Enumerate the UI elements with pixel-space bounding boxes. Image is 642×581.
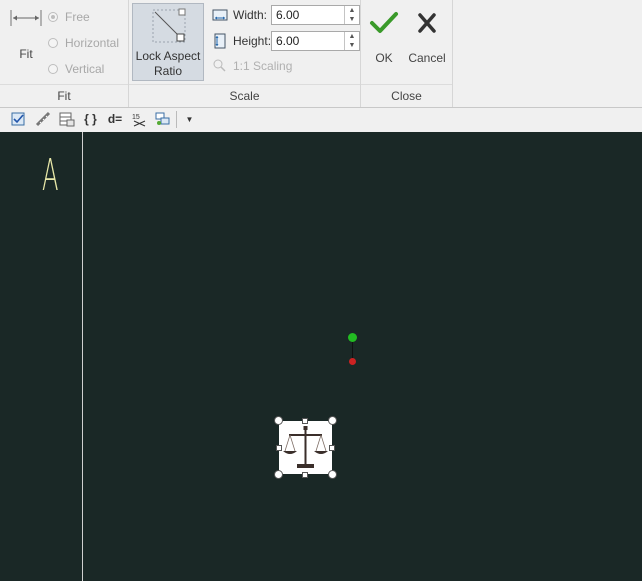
ribbon: Fit Free Horizontal Vertical Fit Lock As… <box>0 0 642 108</box>
lock-aspect-label-2: Ratio <box>153 64 182 78</box>
resize-handle-top[interactable] <box>302 418 308 424</box>
checkbox-icon[interactable] <box>10 111 27 128</box>
fit-horizontal-option[interactable]: Horizontal <box>48 36 119 50</box>
one-to-one-scaling[interactable]: 1:1 Scaling <box>212 58 292 74</box>
layers-icon[interactable] <box>154 111 171 128</box>
resize-handle-bottom[interactable] <box>302 472 308 478</box>
close-group: OK Cancel Close <box>361 0 453 107</box>
scaling-label: 1:1 Scaling <box>233 59 293 73</box>
ok-button[interactable]: OK <box>367 10 401 65</box>
lock-aspect-label-1: Lock Aspect <box>135 49 201 63</box>
width-stepper[interactable]: ▲ ▼ <box>271 5 360 25</box>
height-label: Height: <box>233 34 272 48</box>
width-row: Width: ▲ ▼ <box>212 5 360 25</box>
width-label: Width: <box>233 8 268 22</box>
fit-group-label: Fit <box>57 89 71 103</box>
resize-handle-top-right[interactable] <box>328 416 337 425</box>
table-icon[interactable] <box>58 111 75 128</box>
horizontal-radio[interactable] <box>48 38 58 48</box>
horizontal-label: Horizontal <box>65 36 120 50</box>
width-input[interactable] <box>272 6 344 24</box>
height-input[interactable] <box>272 32 344 50</box>
fit-group: Fit Free Horizontal Vertical Fit <box>0 0 129 107</box>
scales-icon <box>283 426 328 468</box>
resize-handle-right[interactable] <box>329 445 335 451</box>
free-label: Free <box>65 10 90 24</box>
fit-button[interactable]: Fit <box>6 6 46 61</box>
lock-aspect-ratio-button[interactable]: Lock Aspect Ratio <box>132 3 204 81</box>
scaling-icon <box>213 59 226 72</box>
group-separator <box>129 84 360 85</box>
width-icon <box>212 9 228 21</box>
height-icon <box>214 33 226 49</box>
vertical-label: Vertical <box>65 62 105 76</box>
dropdown-icon[interactable]: ▼ <box>181 111 198 128</box>
lock-aspect-icon <box>152 8 186 43</box>
free-radio[interactable] <box>48 12 58 22</box>
height-up-arrow[interactable]: ▲ <box>345 32 359 41</box>
close-x-icon <box>418 13 436 33</box>
resize-handle-bottom-right[interactable] <box>328 470 337 479</box>
fit-label: Fit <box>19 47 33 61</box>
toolbar-separator <box>176 111 177 128</box>
height-row: Height: ▲ ▼ <box>212 31 360 51</box>
anchor-point[interactable] <box>349 358 356 365</box>
zone-letter: A <box>42 150 59 201</box>
scale-group: Lock Aspect Ratio Width: ▲ ▼ <box>129 0 361 107</box>
scale-group-label: Scale <box>229 89 260 103</box>
dimension-icon[interactable]: 15 <box>130 111 147 128</box>
fit-free-option[interactable]: Free <box>48 10 90 24</box>
quick-toolbar: { } d= 15 ▼ <box>0 108 642 133</box>
rotate-handle[interactable] <box>348 333 357 342</box>
ruler-icon[interactable] <box>34 111 51 128</box>
selected-symbol[interactable] <box>279 421 332 474</box>
svg-text:15: 15 <box>132 114 140 121</box>
height-stepper[interactable]: ▲ ▼ <box>271 31 360 51</box>
cancel-button[interactable]: Cancel <box>405 10 449 65</box>
width-up-arrow[interactable]: ▲ <box>345 6 359 15</box>
resize-handle-left[interactable] <box>276 445 282 451</box>
braces-icon[interactable]: { } <box>82 111 99 128</box>
vertical-radio[interactable] <box>48 64 58 74</box>
resize-handle-bottom-left[interactable] <box>274 470 283 479</box>
ok-label: OK <box>375 51 393 65</box>
resize-handle-top-left[interactable] <box>274 416 283 425</box>
margin-line <box>82 132 83 581</box>
group-separator <box>361 84 452 85</box>
rotate-stem <box>352 342 353 358</box>
group-separator <box>0 84 128 85</box>
width-down-arrow[interactable]: ▼ <box>345 15 359 24</box>
close-group-label: Close <box>391 89 422 103</box>
checkmark-icon <box>370 12 398 33</box>
drawing-canvas[interactable]: A <box>0 132 642 581</box>
cancel-label: Cancel <box>408 51 446 65</box>
height-down-arrow[interactable]: ▼ <box>345 41 359 50</box>
d-equals-icon[interactable]: d= <box>104 111 126 128</box>
fit-width-icon <box>10 10 42 26</box>
fit-vertical-option[interactable]: Vertical <box>48 62 104 76</box>
